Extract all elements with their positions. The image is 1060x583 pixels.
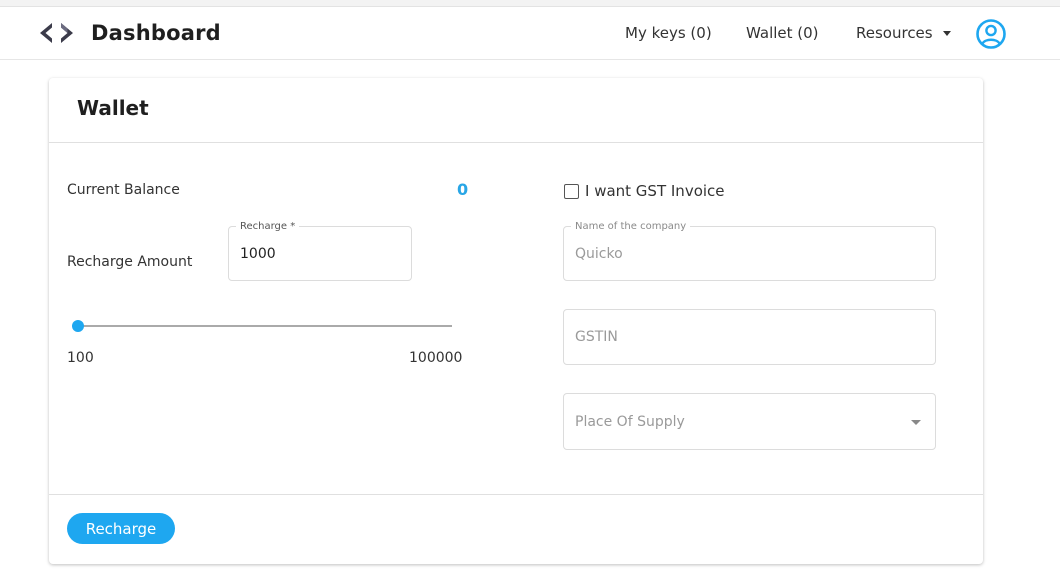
card-title: Wallet (77, 96, 149, 120)
current-balance-value: 0 (457, 180, 469, 199)
place-of-supply-select[interactable]: Place Of Supply (563, 393, 936, 450)
divider (49, 494, 983, 495)
gst-invoice-label[interactable]: I want GST Invoice (585, 182, 725, 200)
nav-wallet[interactable]: Wallet (0) (746, 7, 819, 59)
navbar: Dashboard My keys (0) Wallet (0) Resourc… (0, 7, 1060, 60)
wallet-card: Wallet Current Balance 0 Recharge Amount… (49, 78, 983, 564)
slider-max-label: 100000 (409, 350, 463, 366)
recharge-slider-thumb[interactable] (72, 320, 84, 332)
account-avatar-icon[interactable] (975, 18, 1007, 50)
divider (49, 142, 983, 143)
company-name-field[interactable]: Name of the company (563, 221, 936, 281)
current-balance-label: Current Balance (67, 182, 180, 198)
gstin-field[interactable]: GSTIN (563, 309, 936, 365)
recharge-amount-input[interactable] (240, 227, 404, 280)
gstin-placeholder: GSTIN (575, 329, 618, 345)
top-strip (0, 0, 1060, 7)
nav-resources-dropdown[interactable]: Resources (856, 7, 951, 59)
company-name-input[interactable] (575, 227, 909, 280)
recharge-amount-label: Recharge Amount (67, 254, 193, 270)
slider-min-label: 100 (67, 350, 94, 366)
recharge-button[interactable]: Recharge (67, 513, 175, 544)
caret-down-icon (942, 30, 951, 36)
recharge-amount-field[interactable]: Recharge * (228, 221, 412, 281)
gst-invoice-checkbox[interactable] (564, 184, 579, 199)
brand[interactable]: Dashboard (38, 7, 221, 59)
place-of-supply-placeholder: Place Of Supply (575, 413, 685, 430)
dropdown-arrow-icon (911, 420, 921, 425)
brand-title: Dashboard (91, 21, 221, 45)
nav-my-keys[interactable]: My keys (0) (625, 7, 712, 59)
nav-resources-label: Resources (856, 24, 933, 42)
recharge-slider-track[interactable] (78, 325, 452, 327)
code-brackets-logo-icon (38, 21, 75, 45)
